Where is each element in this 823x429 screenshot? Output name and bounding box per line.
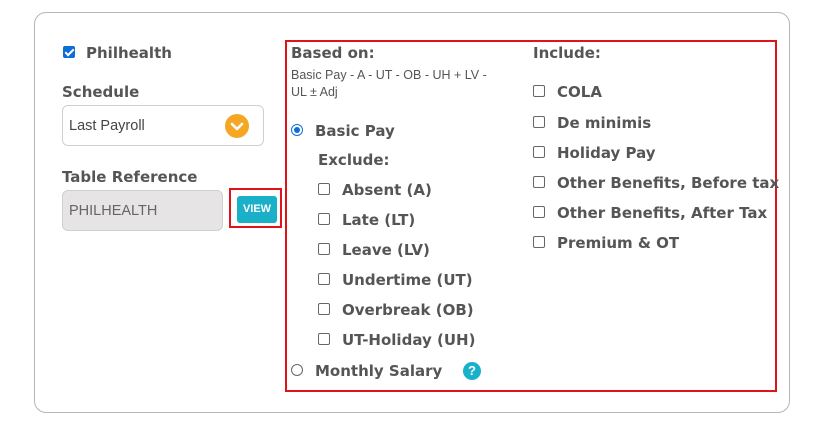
- view-button[interactable]: VIEW: [237, 196, 277, 223]
- include-other-benefits-after-tax-label: Other Benefits, After Tax: [557, 204, 768, 222]
- based-on-heading: Based on:: [291, 44, 375, 62]
- table-reference-label: Table Reference: [62, 168, 198, 186]
- include-holiday-pay-checkbox[interactable]: [533, 146, 545, 158]
- monthly-salary-label: Monthly Salary: [315, 362, 443, 380]
- include-other-benefits-before-tax-label: Other Benefits, Before tax: [557, 174, 780, 192]
- schedule-value: Last Payroll: [69, 118, 145, 134]
- table-reference-value: PHILHEALTH: [69, 203, 158, 219]
- include-premium-ot-label: Premium & OT: [557, 234, 680, 252]
- schedule-label: Schedule: [62, 83, 140, 101]
- include-cola-label: COLA: [557, 83, 602, 101]
- exclude-overbreak-label: Overbreak (OB): [342, 301, 474, 319]
- include-cola-checkbox[interactable]: [533, 85, 545, 97]
- exclude-absent-checkbox[interactable]: [318, 183, 330, 195]
- include-premium-ot-checkbox[interactable]: [533, 236, 545, 248]
- exclude-late-label: Late (LT): [342, 211, 416, 229]
- table-reference-field: PHILHEALTH: [62, 190, 223, 231]
- basic-pay-radio[interactable]: [291, 124, 303, 136]
- include-other-benefits-after-tax-checkbox[interactable]: [533, 206, 545, 218]
- exclude-leave-checkbox[interactable]: [318, 243, 330, 255]
- exclude-leave-label: Leave (LV): [342, 241, 430, 259]
- philhealth-checkbox[interactable]: [63, 46, 75, 58]
- include-de-minimis-checkbox[interactable]: [533, 116, 545, 128]
- include-other-benefits-before-tax-checkbox[interactable]: [533, 176, 545, 188]
- include-holiday-pay-label: Holiday Pay: [557, 144, 656, 162]
- include-de-minimis-label: De minimis: [557, 114, 652, 132]
- exclude-ut-holiday-checkbox[interactable]: [318, 333, 330, 345]
- exclude-undertime-checkbox[interactable]: [318, 273, 330, 285]
- question-icon[interactable]: ?: [463, 362, 481, 380]
- exclude-undertime-label: Undertime (UT): [342, 271, 473, 289]
- exclude-ut-holiday-label: UT-Holiday (UH): [342, 331, 476, 349]
- formula-line-2: UL ± Adj: [291, 85, 338, 99]
- philhealth-label: Philhealth: [86, 44, 172, 62]
- exclude-overbreak-checkbox[interactable]: [318, 303, 330, 315]
- monthly-salary-radio[interactable]: [291, 364, 303, 376]
- chevron-down-icon[interactable]: [225, 114, 249, 138]
- basic-pay-label: Basic Pay: [315, 122, 395, 140]
- schedule-select[interactable]: Last Payroll: [62, 105, 264, 146]
- exclude-absent-label: Absent (A): [342, 181, 432, 199]
- exclude-late-checkbox[interactable]: [318, 213, 330, 225]
- exclude-heading: Exclude:: [318, 151, 390, 169]
- formula-line-1: Basic Pay - A - UT - OB - UH + LV -: [291, 68, 487, 82]
- include-heading: Include:: [533, 44, 601, 62]
